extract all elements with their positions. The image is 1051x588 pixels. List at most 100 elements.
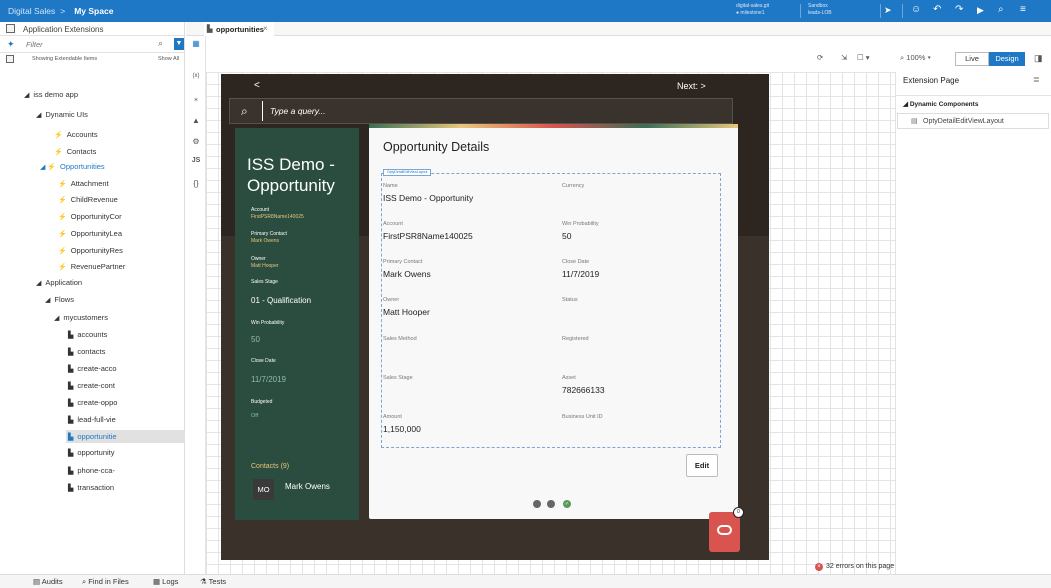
action-icon[interactable]: ⁎ [190, 94, 202, 103]
layout-component-tag[interactable]: OptyDetailEditViewLayout [383, 169, 432, 176]
breadcrumb-current[interactable]: My Space [74, 6, 113, 16]
tests-icon: ⚗ [200, 577, 209, 586]
panel-toggle-icon[interactable] [6, 24, 15, 33]
git-status[interactable]: digital-sales.git ● milestone1 [736, 3, 769, 16]
undo-icon[interactable]: ↶ [933, 4, 941, 15]
layout-component-outline[interactable] [381, 173, 721, 448]
close-icon[interactable]: × [263, 24, 268, 33]
menu-icon[interactable]: ≣ [1033, 75, 1040, 84]
card-title: Opportunity Details [383, 140, 490, 154]
back-button[interactable]: < [254, 80, 260, 91]
tree-item[interactable]: ⚡ Attachment [56, 177, 185, 190]
field-label: Account [383, 221, 403, 227]
show-all-link[interactable]: Show All [158, 56, 179, 62]
variable-icon[interactable]: (x) [190, 73, 202, 79]
design-button[interactable]: Design [989, 52, 1025, 66]
field-value: 1,150,000 [383, 424, 421, 434]
file-icon: ▙ [68, 332, 74, 339]
tree-item[interactable]: ⚡ Accounts [52, 128, 185, 141]
send-icon[interactable]: ➤ [884, 5, 892, 16]
redo-icon[interactable]: ↷ [955, 4, 963, 15]
tree-item[interactable]: ⚡ ChildRevenue [56, 193, 185, 206]
top-bar: Digital Sales > My Space digital-sales.git… [0, 0, 1051, 22]
breadcrumb-root[interactable]: Digital Sales [8, 6, 55, 16]
tree-item[interactable]: ▙ create-cont [66, 379, 185, 392]
tree-item[interactable]: ▙ opportunitie [66, 430, 185, 443]
edit-button[interactable]: Edit [686, 454, 718, 477]
error-count[interactable]: 32 errors on this page [826, 563, 894, 570]
search-icon[interactable]: ⌕ [998, 4, 1004, 15]
refresh-icon[interactable]: ⟳ [817, 53, 823, 62]
filter-bar: ✦ ⌕ ▼ [0, 36, 185, 53]
error-icon[interactable]: × [815, 563, 823, 571]
play-icon[interactable]: ▶ [977, 5, 984, 16]
file-icon: ▙ [68, 366, 74, 373]
tree-item[interactable]: ⚡ OpportunityLea [56, 227, 185, 240]
extension-icon: ⚡ [54, 132, 63, 139]
next-button[interactable]: Next: > [677, 81, 706, 91]
menu-icon[interactable]: ≡ [1020, 4, 1026, 15]
tests-label: Tests [208, 577, 227, 586]
field-label: Close Date [562, 259, 590, 265]
account-value: FirstPSR8Name140025 [251, 214, 304, 220]
tree-item[interactable]: ▙ opportunity [66, 446, 185, 459]
tree-item[interactable]: ▙ accounts [66, 328, 185, 341]
tree-item[interactable]: ◢ mycustomers [52, 311, 185, 324]
properties-toggle-icon[interactable]: ◨ [1034, 53, 1043, 64]
responsive-icon[interactable]: ⇲ [841, 53, 847, 62]
page-indicator-dot[interactable] [547, 500, 555, 508]
json-icon[interactable]: {} [190, 179, 202, 188]
tree-item[interactable]: ⚡ Contacts [52, 145, 185, 158]
page-indicator-dot-active[interactable]: ✓ [563, 500, 571, 508]
filter-input[interactable] [26, 38, 166, 51]
filter-button[interactable]: ▼ [174, 38, 184, 50]
tree-item[interactable]: ▙ transaction [66, 481, 185, 494]
close-date-value: 11/7/2019 [251, 375, 286, 384]
live-button[interactable]: Live [955, 52, 989, 66]
tree-item[interactable]: ⚡ RevenuePartner [56, 260, 185, 273]
tree-item[interactable]: ▙ create-oppo [66, 396, 185, 409]
tab-opportunities[interactable]: ▙ opportunities × [204, 22, 274, 36]
contact-name[interactable]: Mark Owens [285, 482, 330, 491]
component-icon-column: ▦ (x) ⁎ ▲ ⚙ JS {} [186, 36, 206, 576]
tree-item[interactable]: ▙ phone-cca- [66, 464, 185, 477]
tree-item[interactable]: ⚡ OpportunityCor [56, 210, 185, 223]
field-label: Status [562, 297, 578, 303]
dynamic-components-section[interactable]: ◢ Dynamic Components [903, 100, 978, 108]
file-icon: ▙ [68, 450, 74, 457]
audits-tab[interactable]: ▤ Audits [33, 577, 63, 586]
smiley-icon[interactable]: ☺ [911, 4, 921, 15]
tree-item[interactable]: ▙ contacts [66, 345, 185, 358]
git-branch: ● milestone1 [736, 9, 765, 16]
query-placeholder[interactable]: Type a query... [270, 106, 325, 116]
settings-icon[interactable]: ⚙ [190, 137, 202, 146]
tree-item[interactable]: ◢ Dynamic UIs [34, 108, 185, 121]
tests-tab[interactable]: ⚗ Tests [200, 577, 226, 586]
event-icon[interactable]: ▲ [190, 116, 202, 125]
tree-item[interactable]: ◢ ⚡ Opportunities [38, 160, 185, 173]
zoom-select[interactable]: ⌕ 100% ▾ [900, 53, 931, 63]
tree-item[interactable]: ▙ create-acco [66, 362, 185, 375]
field-label: Primary Contact [383, 259, 423, 265]
collapse-icon[interactable] [6, 55, 14, 63]
js-icon[interactable]: JS [190, 157, 202, 164]
tree-item[interactable]: ◢ Flows [43, 293, 185, 306]
logs-tab[interactable]: ▦ Logs [153, 577, 178, 586]
tree-item[interactable]: ◢ Application [34, 276, 185, 289]
tab-bar [186, 22, 1051, 36]
grid-icon[interactable]: ▦ [190, 39, 202, 48]
device-select[interactable]: ☐ ▾ [857, 53, 870, 62]
find-in-files-tab[interactable]: ⌕ Find in Files [82, 577, 129, 587]
component-item[interactable]: ▤ OptyDetailEditViewLayout [897, 113, 1049, 129]
search-icon[interactable]: ⌕ [158, 38, 163, 49]
tree-item[interactable]: ◢ iss demo app [22, 88, 185, 101]
wrench-icon[interactable]: ✦ [7, 39, 15, 50]
divider [895, 95, 1051, 96]
showing-label: Showing Extendable Items [32, 56, 98, 62]
contacts-label[interactable]: Contacts (9) [251, 463, 289, 470]
tree-item[interactable]: ⚡ OpportunityRes [56, 244, 185, 257]
sandbox-status[interactable]: Sandbox leads-LOB [808, 3, 832, 16]
page-indicator-dot[interactable] [533, 500, 541, 508]
tree-item[interactable]: ▙ lead-full-vie [66, 413, 185, 426]
section-label: Dynamic Components [909, 101, 979, 108]
